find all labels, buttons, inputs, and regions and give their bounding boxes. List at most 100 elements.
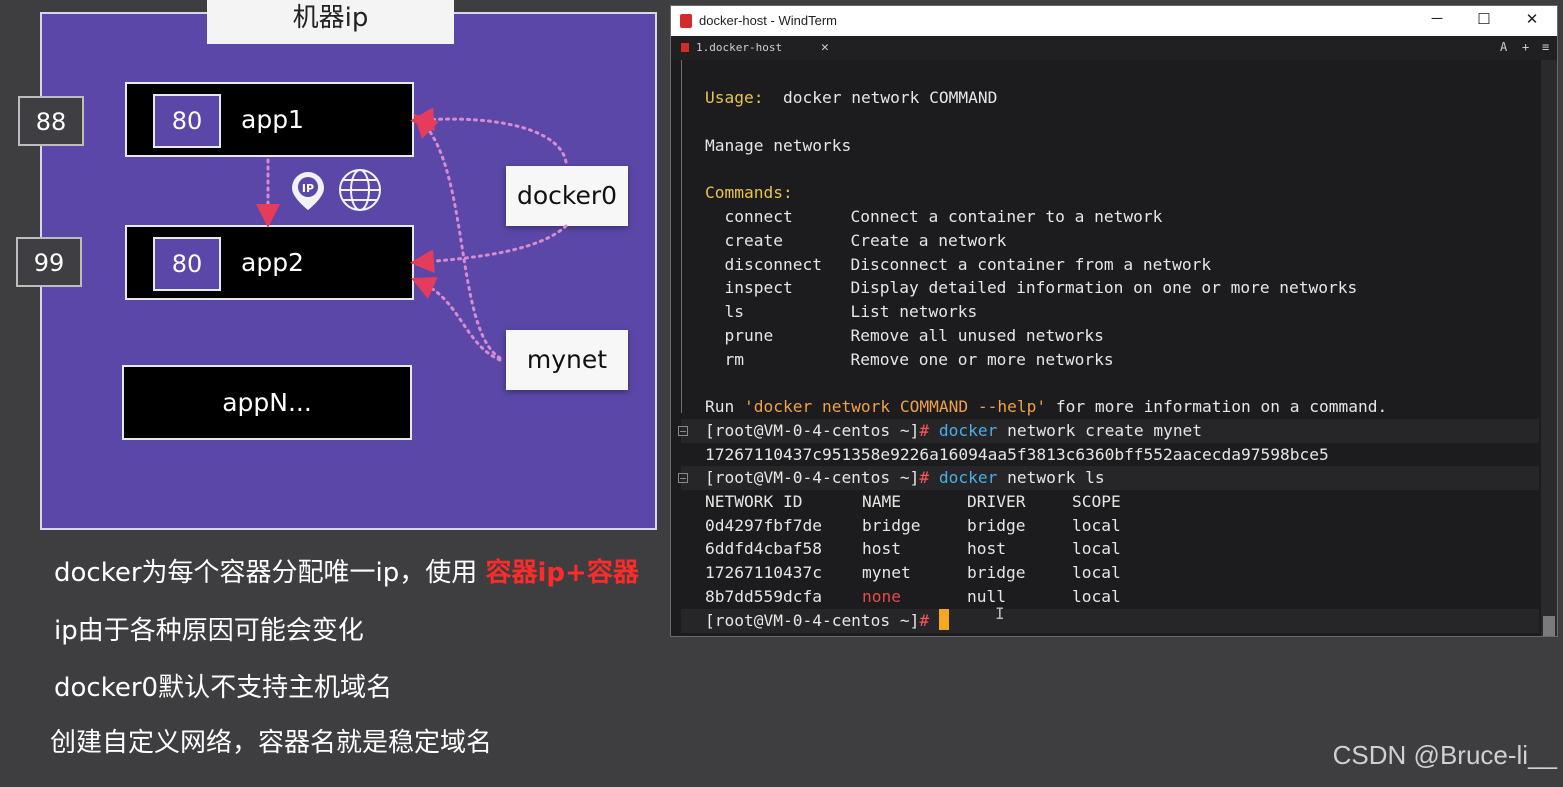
command-row: rm Remove one or more networks (705, 348, 1114, 372)
command-row: prune Remove all unused networks (705, 324, 1104, 348)
command-args: network ls (997, 468, 1105, 487)
table-row: 6ddfd4cbaf58 host host local (705, 537, 1121, 561)
manage-line: Manage networks (705, 136, 852, 155)
command-name: inspect (724, 278, 793, 297)
table-cell: 8b7dd559dcfa (705, 587, 822, 606)
table-cell: local (1072, 539, 1121, 558)
window-title: docker-host - WindTerm (699, 13, 837, 28)
note-unique-ip: docker为每个容器分配唯一ip，使用 容器ip+容器 (54, 552, 639, 589)
maximize-button[interactable]: ☐ (1469, 10, 1499, 28)
fold-toggle-icon[interactable] (678, 426, 688, 436)
run-hint-quoted: 'docker network COMMAND --help' (743, 397, 1047, 416)
command-desc: Remove one or more networks (850, 350, 1114, 369)
title-bar[interactable]: docker-host - WindTerm ─ ☐ ✕ (671, 6, 1557, 36)
mynet-network: mynet (506, 330, 628, 390)
table-cell: host (967, 539, 1006, 558)
table-cell: 0d4297fbf7de (705, 516, 822, 535)
tab-docker-host[interactable]: 1.docker-host (696, 41, 782, 54)
minimize-button[interactable]: ─ (1422, 10, 1452, 27)
session-tab-icon (681, 43, 689, 52)
command-name: create (724, 231, 783, 250)
usage-line: Usage: docker network COMMAND (705, 86, 997, 110)
usage-label: Usage: (705, 88, 764, 107)
command-desc: Connect a container to a network (850, 207, 1163, 226)
table-cell: bridge (967, 516, 1026, 535)
command-row: inspect Display detailed information on o… (705, 276, 1358, 300)
command-desc: Display detailed information on one or m… (850, 278, 1358, 297)
windterm-app-icon (680, 14, 692, 28)
prompt-hash: # (919, 468, 930, 487)
prompt-text: [root@VM-0-4-centos ~] (705, 611, 920, 630)
table-cell: 17267110437c (705, 563, 822, 582)
scrollbar-thumb[interactable] (1543, 616, 1555, 636)
prompt-text: [root@VM-0-4-centos ~] (705, 421, 920, 440)
run-hint-pre: Run (705, 397, 744, 416)
docker-keyword: docker (938, 421, 998, 440)
prompt-create-line: [root@VM-0-4-centos ~]# docker network c… (705, 419, 1202, 443)
table-row: 8b7dd559dcfa none null local (705, 585, 1121, 609)
table-cell: mynet (862, 563, 911, 582)
app2-container: 80 app2 (125, 225, 414, 300)
network-id-output: 17267110437c951358e9226a16094aa5f3813c63… (705, 445, 1329, 464)
run-hint-line: Run 'docker network COMMAND --help' for … (705, 395, 1387, 419)
app2-port: 80 (153, 237, 221, 291)
fold-gutter-line (681, 60, 682, 413)
table-header-row: NETWORK ID NAME DRIVER SCOPE (705, 490, 1121, 514)
vertical-scrollbar[interactable] (1541, 60, 1557, 636)
command-name: ls (724, 302, 745, 321)
fold-toggle-icon[interactable] (678, 473, 688, 483)
host-port-88: 88 (18, 96, 84, 146)
command-name: rm (724, 350, 745, 369)
appn-container: appN... (122, 365, 412, 440)
tab-menu-icon[interactable]: ≡ (1542, 40, 1549, 54)
table-header: NAME (862, 492, 901, 511)
command-name: disconnect (724, 255, 822, 274)
table-cell: host (862, 539, 901, 558)
note-unique-ip-text: docker为每个容器分配唯一ip，使用 (54, 558, 486, 588)
prompt-ls-line: [root@VM-0-4-centos ~]# docker network l… (705, 466, 1105, 490)
command-row: create Create a network (705, 229, 1007, 253)
app1-container: 80 app1 (125, 82, 414, 157)
table-row: 0d4297fbf7de bridge bridge local (705, 514, 1121, 538)
prompt-hash: # (919, 421, 930, 440)
prompt-hash: # (919, 611, 930, 630)
app1-label: app1 (241, 105, 304, 134)
host-port-99: 99 (16, 237, 82, 287)
command-desc: Create a network (850, 231, 1007, 250)
table-cell: local (1072, 516, 1121, 535)
command-desc: List networks (850, 302, 978, 321)
commands-label: Commands: (705, 183, 793, 202)
note-ip-changes: ip由于各种原因可能会变化 (54, 616, 364, 646)
commands-heading: Commands: (705, 181, 793, 205)
close-window-button[interactable]: ✕ (1517, 10, 1547, 28)
command-name: prune (724, 326, 774, 345)
note-highlight: 容器ip+容器 (485, 558, 639, 588)
windterm-window: docker-host - WindTerm ─ ☐ ✕ 1.docker-ho… (670, 5, 1558, 637)
watermark: CSDN @Bruce-li__ (1332, 740, 1557, 770)
app1-port: 80 (153, 94, 221, 148)
table-cell: none (862, 587, 901, 606)
tab-bar: 1.docker-host ✕ A + ≡ (671, 36, 1557, 60)
command-name: connect (724, 207, 793, 226)
command-desc: Remove all unused networks (850, 326, 1104, 345)
table-header: NETWORK ID (705, 492, 803, 511)
text-cursor (938, 609, 949, 630)
prompt-current-line[interactable]: [root@VM-0-4-centos ~]# (705, 609, 949, 633)
table-header: SCOPE (1072, 492, 1121, 511)
table-row: 17267110437c mynet bridge local (705, 561, 1121, 585)
tab-close-icon[interactable]: ✕ (821, 40, 829, 55)
new-tab-icon[interactable]: + (1522, 40, 1529, 54)
app2-label: app2 (241, 248, 304, 277)
table-cell: local (1072, 563, 1121, 582)
table-cell: local (1072, 587, 1121, 606)
font-size-icon[interactable]: A (1500, 40, 1507, 54)
command-row: disconnect Disconnect a container from a … (705, 253, 1212, 277)
command-desc: Disconnect a container from a network (850, 255, 1212, 274)
table-cell: null (967, 587, 1006, 606)
table-cell: bridge (862, 516, 921, 535)
run-hint-post: for more information on a command. (1046, 397, 1388, 416)
command-row: connect Connect a container to a network (705, 205, 1163, 229)
appn-label: appN... (222, 388, 312, 417)
terminal-output[interactable]: Usage: docker network COMMAND Manage net… (671, 60, 1541, 636)
usage-command: docker network COMMAND (763, 88, 998, 107)
